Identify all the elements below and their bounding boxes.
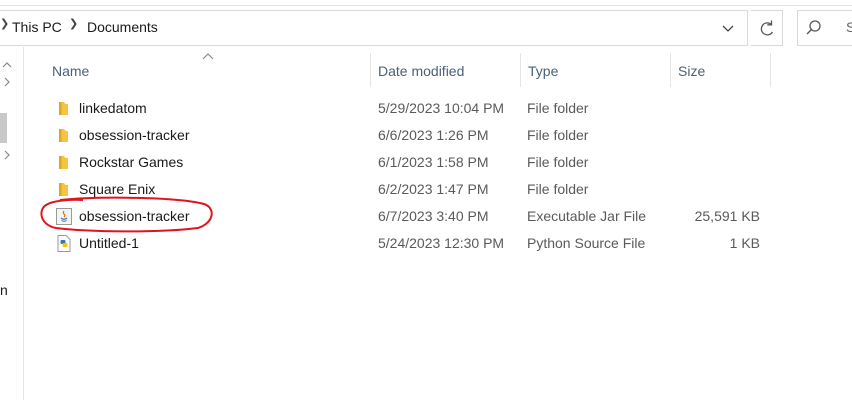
breadcrumb-this-pc[interactable]: This PC [12, 19, 62, 35]
folder-icon [59, 183, 68, 196]
file-size: 1 KB [729, 235, 760, 251]
column-header-name[interactable]: Name [52, 63, 89, 79]
nav-item-partial-label[interactable]: n [0, 282, 8, 298]
file-row[interactable]: Untitled-1 5/24/2023 12:30 PM Python Sou… [40, 230, 820, 257]
window-top-edge [0, 0, 852, 6]
file-name: obsession-tracker [79, 127, 190, 143]
column-divider[interactable] [770, 53, 771, 87]
sort-ascending-icon [202, 53, 214, 60]
java-jar-icon [56, 208, 72, 225]
file-date-modified: 6/1/2023 1:58 PM [378, 154, 489, 170]
column-header-size[interactable]: Size [678, 63, 705, 79]
search-box[interactable] [797, 10, 852, 46]
file-date-modified: 5/29/2023 10:04 PM [378, 100, 505, 116]
folder-icon [59, 129, 68, 142]
refresh-icon [760, 20, 774, 36]
file-row[interactable]: Square Enix 6/2/2023 1:47 PM File folder [40, 176, 820, 203]
file-type: File folder [527, 154, 589, 170]
file-name: obsession-tracker [79, 208, 190, 224]
nav-pane-scroll-thumb[interactable] [0, 113, 7, 143]
breadcrumb-chevron-icon[interactable]: ❯ [69, 17, 78, 30]
file-date-modified: 5/24/2023 12:30 PM [378, 235, 505, 251]
file-name: linkedatom [79, 100, 147, 116]
file-name: Square Enix [79, 181, 156, 197]
file-name: Untitled-1 [79, 235, 139, 251]
file-type: File folder [527, 100, 589, 116]
python-file-icon [57, 235, 71, 252]
column-divider[interactable] [670, 53, 671, 87]
file-row[interactable]: obsession-tracker 6/7/2023 3:40 PM Execu… [40, 203, 820, 230]
file-row[interactable]: Rockstar Games 6/1/2023 1:58 PM File fol… [40, 149, 820, 176]
search-icon [806, 20, 821, 35]
column-divider[interactable] [520, 53, 521, 87]
file-type: Executable Jar File [527, 208, 647, 224]
expand-chevron-icon[interactable] [2, 77, 12, 87]
file-type: Python Source File [527, 235, 646, 251]
column-header-type[interactable]: Type [528, 63, 558, 79]
breadcrumb-documents[interactable]: Documents [87, 19, 158, 35]
file-type: File folder [527, 127, 589, 143]
expand-chevron-icon[interactable] [2, 150, 12, 160]
file-date-modified: 6/7/2023 3:40 PM [378, 208, 489, 224]
refresh-button[interactable] [751, 10, 783, 46]
scroll-up-icon[interactable] [2, 60, 12, 70]
search-placeholder[interactable]: S [846, 19, 852, 35]
file-name: Rockstar Games [79, 154, 184, 170]
breadcrumb-chevron-icon[interactable]: ❯ [0, 17, 9, 30]
chevron-down-icon [722, 25, 734, 32]
file-size: 25,591 KB [694, 208, 760, 224]
file-row[interactable]: linkedatom 5/29/2023 10:04 PM File folde… [40, 95, 820, 122]
file-type: File folder [527, 181, 589, 197]
address-history-button[interactable] [716, 14, 740, 42]
file-date-modified: 6/6/2023 1:26 PM [378, 127, 489, 143]
file-date-modified: 6/2/2023 1:47 PM [378, 181, 489, 197]
file-row[interactable]: obsession-tracker 6/6/2023 1:26 PM File … [40, 122, 820, 149]
column-divider[interactable] [370, 53, 371, 87]
folder-icon [59, 102, 68, 115]
column-header-date-modified[interactable]: Date modified [378, 63, 464, 79]
navigation-pane[interactable] [0, 47, 24, 400]
folder-icon [59, 156, 68, 169]
